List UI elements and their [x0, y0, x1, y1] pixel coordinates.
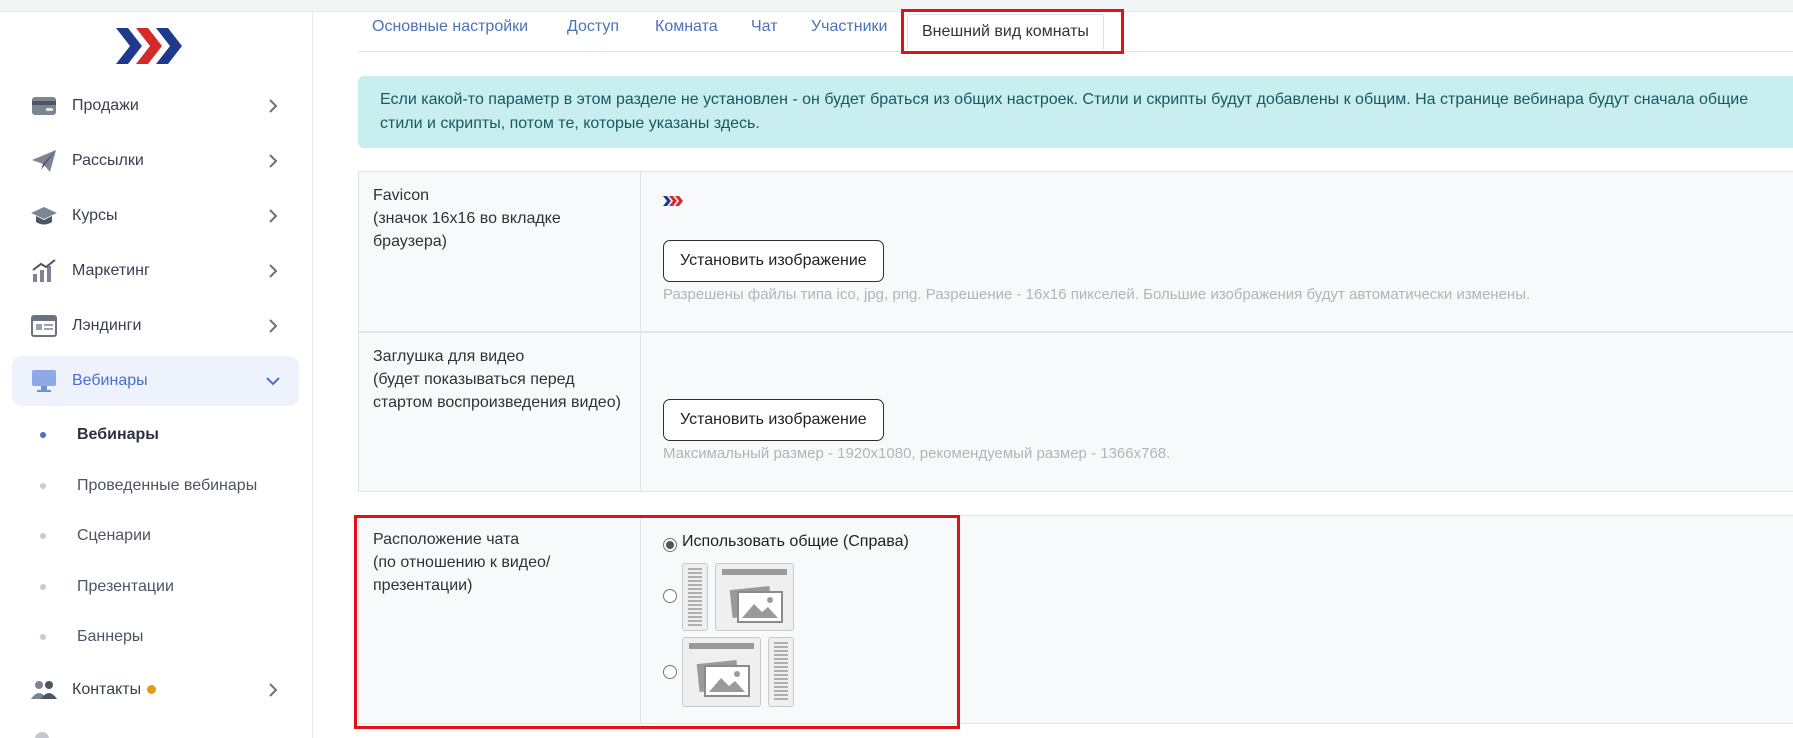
tab-main-settings[interactable]: Основные настройки [372, 18, 528, 36]
tab-participants[interactable]: Участники [811, 18, 887, 36]
chevron-right-icon [263, 206, 283, 226]
chevron-right-icon [263, 151, 283, 171]
submenu-label: Вебинары [77, 426, 159, 443]
favicon-label: Favicon (значок 16x16 во вкладке браузер… [359, 172, 641, 331]
notification-dot [147, 685, 157, 695]
sidebar-item-label: Вебинары [72, 372, 148, 389]
video-area-thumb [682, 637, 761, 707]
favicon-value: Установить изображение Разрешены файлы т… [653, 172, 1793, 331]
video-placeholder-label: Заглушка для видео (будет показываться п… [359, 333, 641, 491]
set-favicon-button[interactable]: Установить изображение [663, 240, 884, 282]
tab-room[interactable]: Комната [655, 18, 718, 36]
chevron-down-icon [263, 371, 283, 391]
wallet-icon [30, 92, 58, 120]
sidebar-item-contacts[interactable]: Контакты [12, 665, 299, 715]
sidebar-item-courses[interactable]: Курсы [12, 191, 299, 241]
video-placeholder-row: Заглушка для видео (будет показываться п… [358, 332, 1793, 492]
growth-chart-icon [30, 257, 58, 285]
bullet-icon [40, 533, 46, 539]
tab-chat[interactable]: Чат [751, 18, 778, 36]
info-alert: Если какой-то параметр в этом разделе не… [358, 76, 1793, 148]
sidebar-item-webinars[interactable]: Вебинары [12, 356, 299, 406]
brand-logo[interactable] [116, 26, 186, 66]
sidebar-item-label: Рассылки [72, 152, 144, 169]
sidebar-item-marketing[interactable]: Маркетинг [12, 246, 299, 296]
radio-use-default-label[interactable]: Использовать общие (Справа) [682, 533, 909, 551]
chat-right-preview[interactable] [682, 637, 794, 707]
tab-access[interactable]: Доступ [567, 18, 619, 36]
tab-room-appearance[interactable]: Внешний вид комнаты [907, 14, 1104, 50]
paper-plane-icon [30, 147, 58, 175]
settings-tabs: Основные настройки Доступ Комната Чат Уч… [358, 12, 1793, 52]
chat-column-thumb [682, 563, 708, 631]
contacts-label: Контакты [72, 681, 142, 698]
submenu-item-past-webinars[interactable]: Проведенные вебинары [40, 471, 257, 501]
bullet-icon [40, 432, 46, 438]
sidebar-item-landings[interactable]: Лэндинги [12, 301, 299, 351]
video-placeholder-value: Установить изображение Максимальный разм… [653, 333, 1793, 491]
video-area-thumb [715, 563, 794, 631]
sidebar-item-mailings[interactable]: Рассылки [12, 136, 299, 186]
video-placeholder-hint: Максимальный размер - 1920x1080, рекомен… [663, 445, 1171, 462]
submenu-item-webinars[interactable]: Вебинары [40, 420, 159, 450]
app-window: Продажи Рассылки Курсы Маркетинг Лэндинг… [0, 0, 1793, 738]
sidebar-item-label: Маркетинг [72, 262, 150, 279]
chat-column-thumb [768, 637, 794, 707]
submenu-item-banners[interactable]: Баннеры [40, 622, 143, 652]
chat-position-options: Использовать общие (Справа) [653, 516, 1793, 723]
sidebar-item-label: Курсы [72, 207, 118, 224]
chevron-right-icon [263, 680, 283, 700]
bullet-icon [40, 634, 46, 640]
submenu-label: Баннеры [77, 628, 144, 645]
sidebar-item-label: Лэндинги [72, 317, 142, 334]
submenu-item-scenarios[interactable]: Сценарии [40, 521, 151, 551]
sidebar-item-label: Контакты [72, 681, 263, 699]
bullet-icon [40, 483, 46, 489]
radio-chat-right[interactable] [663, 665, 677, 679]
monitor-icon [30, 367, 58, 395]
chevron-right-icon [263, 316, 283, 336]
sidebar: Продажи Рассылки Курсы Маркетинг Лэндинг… [0, 12, 313, 738]
submenu-label: Презентации [77, 578, 174, 595]
submenu-item-presentations[interactable]: Презентации [40, 572, 174, 602]
chat-left-preview[interactable] [682, 563, 794, 631]
sidebar-item-label: Продажи [72, 97, 139, 114]
sidebar-item-sales[interactable]: Продажи [12, 81, 299, 131]
favicon-preview-icon [663, 194, 683, 212]
submenu-label: Сценарии [77, 527, 151, 544]
radio-use-default[interactable] [663, 538, 677, 552]
top-bar [0, 0, 1793, 12]
favicon-row: Favicon (значок 16x16 во вкладке браузер… [358, 171, 1793, 332]
set-video-placeholder-button[interactable]: Установить изображение [663, 399, 884, 441]
chat-position-label: Расположение чата (по отношению к видео/… [359, 516, 641, 723]
chevron-right-icon [263, 96, 283, 116]
partial-menu-icon [32, 728, 52, 738]
graduation-cap-icon [30, 202, 58, 230]
submenu-label: Проведенные вебинары [77, 477, 258, 494]
landing-page-icon [30, 312, 58, 340]
favicon-hint: Разрешены файлы типа ico, jpg, png. Разр… [663, 286, 1531, 303]
bullet-icon [40, 584, 46, 590]
chat-position-row: Расположение чата (по отношению к видео/… [358, 515, 1793, 724]
chevron-right-icon [263, 261, 283, 281]
radio-chat-left[interactable] [663, 589, 677, 603]
users-icon [30, 676, 58, 704]
